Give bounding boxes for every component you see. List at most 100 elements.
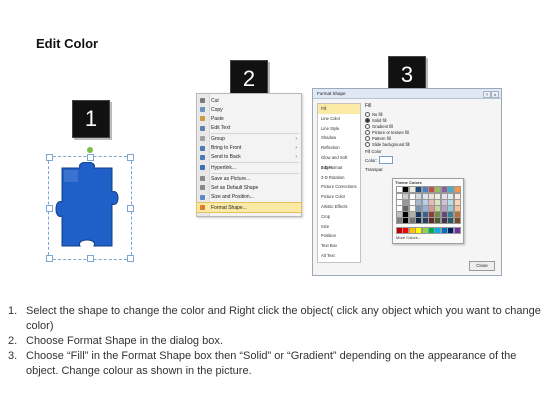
menu-item-icon [200, 185, 205, 191]
menu-item-label: Paste [211, 115, 224, 122]
context-menu: Cut Copy Paste Edit Text Group › Bring to Fron… [196, 93, 302, 217]
step-1-badge: 1 [72, 100, 110, 138]
instruction-item: 2. Choose Format Shape in the dialog box. [8, 334, 548, 349]
context-menu-item[interactable]: Group › [197, 134, 301, 143]
category-item[interactable]: Size [318, 222, 360, 232]
resize-handle-bm[interactable] [87, 255, 94, 262]
dialog-title: Format Shape [317, 91, 346, 96]
instruction-item: 1. Select the shape to change the color a… [8, 304, 548, 334]
page-title: Edit Color [36, 36, 99, 51]
fill-option[interactable]: Slide background fill [365, 141, 409, 147]
resize-handle-tl[interactable] [46, 154, 53, 161]
instruction-text: Choose “Fill” in the Format Shape box th… [26, 350, 517, 377]
menu-item-icon [200, 125, 205, 131]
radio-icon[interactable] [365, 129, 370, 135]
category-item[interactable]: Line Style [318, 124, 360, 134]
menu-item-icon [200, 136, 205, 142]
category-item[interactable]: 3-D Rotation [318, 173, 360, 183]
close-button[interactable]: Close [469, 261, 495, 271]
category-item[interactable]: Crop [318, 212, 360, 222]
radio-icon[interactable] [365, 123, 370, 129]
help-button[interactable]: ? [483, 91, 491, 98]
more-colors-link[interactable]: More Colors... [396, 235, 421, 240]
context-menu-item[interactable]: Bring to Front › [197, 144, 301, 153]
menu-item-icon [200, 116, 205, 122]
fill-heading: Fill [365, 103, 372, 109]
category-item[interactable]: Picture Color [318, 192, 360, 202]
context-menu-item[interactable]: Edit Text [197, 124, 301, 133]
menu-item-label: Set as Default Shape [211, 184, 259, 191]
menu-item-icon [200, 194, 205, 200]
radio-icon[interactable] [365, 117, 370, 123]
category-item[interactable]: Reflection [318, 143, 360, 153]
theme-color-swatch[interactable] [453, 186, 461, 193]
menu-item-label: Size and Position... [211, 194, 254, 200]
category-item[interactable]: Picture Corrections [318, 182, 360, 192]
context-menu-item[interactable]: Paste [197, 114, 301, 123]
context-menu-item[interactable]: Hyperlink... [197, 163, 301, 172]
context-menu-item[interactable]: Cut [197, 96, 301, 105]
fill-color-heading: Fill Color [365, 149, 382, 154]
radio-icon[interactable] [365, 135, 370, 141]
color-row: Color: [365, 156, 409, 164]
category-item[interactable]: Alt Text [318, 251, 360, 261]
category-item[interactable]: 3-D Format [318, 163, 360, 173]
submenu-arrow-icon: › [295, 145, 297, 151]
context-menu-item[interactable]: Format Shape... [196, 202, 302, 214]
menu-item-icon [200, 205, 205, 211]
fill-option-label: Picture or texture fill [372, 129, 410, 135]
instructions-list: 1. Select the shape to change the color a… [8, 304, 548, 379]
menu-item-icon [200, 145, 205, 151]
category-item[interactable]: Artistic Effects [318, 202, 360, 212]
instruction-text: Select the shape to change the color and… [26, 305, 541, 332]
rotation-handle[interactable] [87, 147, 93, 153]
category-item[interactable]: Position [318, 231, 360, 241]
menu-item-icon [200, 98, 205, 103]
theme-color-swatch[interactable] [453, 217, 461, 224]
menu-item-label: Cut [211, 97, 219, 104]
theme-colors-header: Theme Colors [395, 180, 422, 185]
context-menu-item[interactable]: Save as Picture... [197, 174, 301, 183]
resize-handle-bl[interactable] [46, 255, 53, 262]
resize-handle-tr[interactable] [127, 154, 134, 161]
resize-handle-br[interactable] [127, 255, 134, 262]
menu-item-label: Send to Back [211, 154, 241, 161]
fill-option-label: Pattern fill [372, 135, 391, 141]
category-list: Fill Line Color Line Style Shadow Reflection… [317, 103, 361, 263]
menu-item-label: Edit Text [211, 125, 231, 132]
category-item[interactable]: Fill [318, 104, 360, 114]
menu-item-label: Group [211, 135, 225, 142]
close-x-button[interactable]: x [491, 91, 499, 98]
dialog-title-bar: Format Shape ? x [313, 89, 501, 99]
resize-handle-tm[interactable] [87, 154, 94, 161]
color-label: Color: [365, 157, 378, 163]
category-item[interactable]: Glow and Soft Edges [318, 153, 360, 170]
fill-panel: Fill No fill Solid fill Gradient fill Pictu… [365, 103, 409, 172]
menu-item-icon [200, 154, 205, 160]
category-item[interactable]: Line Color [318, 114, 360, 124]
instruction-number: 3. [8, 350, 18, 362]
context-menu-item[interactable]: Set as Default Shape [197, 183, 301, 192]
color-palette-popup: Theme Colors More Colors... [392, 178, 464, 244]
fill-option-label: Slide background fill [372, 141, 410, 147]
menu-item-label: Save as Picture... [211, 175, 251, 182]
radio-icon[interactable] [365, 111, 370, 117]
instruction-text: Choose Format Shape in the dialog box. [26, 335, 223, 347]
menu-item-icon [200, 176, 205, 182]
context-menu-item[interactable]: Size and Position... [197, 193, 301, 202]
resize-handle-ml[interactable] [46, 205, 53, 212]
radio-icon[interactable] [365, 141, 370, 147]
context-menu-item[interactable]: Send to Back › [197, 153, 301, 162]
resize-handle-mr[interactable] [127, 205, 134, 212]
puzzle-piece-shape[interactable] [54, 162, 124, 252]
menu-item-label: Format Shape... [211, 204, 247, 211]
instruction-number: 1. [8, 305, 18, 317]
color-picker-button[interactable] [379, 156, 394, 164]
category-item[interactable]: Text Box [318, 241, 360, 251]
instruction-item: 3. Choose “Fill” in the Format Shape box … [8, 349, 548, 379]
fill-option[interactable]: Picture or texture fill [365, 129, 409, 135]
category-item[interactable]: Shadow [318, 133, 360, 143]
standard-color-swatch[interactable] [453, 227, 461, 234]
context-menu-item[interactable]: Copy [197, 105, 301, 114]
submenu-arrow-icon: › [295, 135, 297, 142]
